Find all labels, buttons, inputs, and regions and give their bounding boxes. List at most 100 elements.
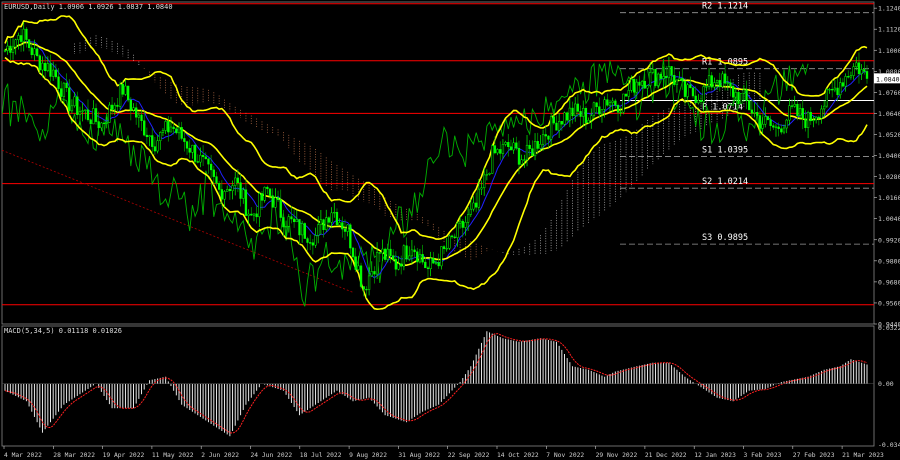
candle-body	[247, 213, 250, 216]
candle-body	[699, 99, 703, 103]
candle-body	[68, 87, 71, 112]
candle-body	[143, 120, 146, 136]
candle-body	[512, 142, 515, 151]
candle-body	[309, 242, 312, 244]
candle-body	[833, 87, 837, 91]
candle-body	[408, 255, 411, 260]
candle-body	[172, 126, 175, 129]
candle-body	[6, 45, 9, 51]
candle-body	[437, 262, 440, 267]
candle-body	[341, 222, 344, 230]
candle-body	[290, 216, 293, 220]
candle-body	[373, 271, 376, 275]
candle-body	[793, 103, 796, 107]
macd-plot-border	[1, 325, 875, 447]
candle-body	[649, 72, 652, 86]
candle-body	[151, 135, 154, 147]
candle-body	[89, 119, 92, 125]
candle-body	[825, 89, 828, 107]
candle-body	[333, 211, 336, 214]
candle-body	[25, 28, 28, 40]
candle-body	[595, 102, 598, 107]
candle-body	[311, 242, 315, 246]
candle-body	[405, 245, 408, 260]
candle-body	[108, 104, 111, 123]
candle-body	[110, 104, 114, 110]
candle-body	[646, 85, 649, 89]
candle-body	[49, 63, 52, 77]
candle-body	[209, 163, 213, 171]
candle-body	[167, 121, 170, 133]
y-tick-label: 1.1000	[878, 47, 900, 55]
candle-body	[823, 105, 826, 110]
candle-body	[201, 154, 205, 158]
candle-body	[555, 122, 558, 131]
candle-body	[651, 68, 654, 73]
candle-body	[576, 103, 580, 112]
x-tick-label: 7 Nov 2022	[546, 452, 584, 459]
candle-body	[17, 35, 20, 41]
candle-body	[410, 249, 414, 257]
candle-body	[41, 62, 44, 71]
candle-body	[3, 50, 7, 52]
candle-body	[418, 254, 422, 263]
candle-body	[381, 248, 384, 254]
candle-body	[675, 79, 679, 85]
candle-body	[788, 105, 791, 121]
candle-body	[523, 159, 526, 161]
candle-body	[448, 235, 451, 249]
candle-body	[132, 107, 135, 111]
candle-body	[678, 78, 681, 81]
candle-body	[828, 89, 831, 91]
candle-body	[62, 82, 66, 97]
candle-body	[694, 95, 697, 104]
candle-body	[100, 122, 103, 129]
candle-body	[515, 142, 518, 149]
price-chart-canvas[interactable]: R2 1.1214R1 1.0895P 1.0714S1 1.0395S2 1.…	[0, 0, 900, 460]
candle-body	[608, 102, 612, 106]
candle-body	[691, 87, 695, 97]
candle-body	[279, 199, 282, 218]
candle-body	[38, 55, 41, 71]
candle-body	[207, 158, 210, 165]
candle-body	[413, 249, 416, 253]
candle-body	[689, 84, 692, 89]
candle-body	[673, 75, 676, 85]
candle-body	[445, 248, 448, 250]
candle-body	[549, 116, 553, 140]
candle-body	[121, 84, 124, 95]
candle-body	[228, 189, 232, 192]
candle-body	[140, 114, 143, 121]
candle-body	[397, 263, 400, 270]
candle-body	[798, 108, 802, 116]
candle-body	[429, 257, 432, 270]
candle-body	[191, 144, 194, 153]
candle-body	[303, 223, 306, 239]
candle-body	[175, 128, 178, 134]
candle-body	[362, 286, 365, 290]
candle-body	[113, 104, 116, 110]
candle-body	[432, 257, 435, 264]
y-tick-label: 1.0640	[878, 110, 900, 118]
candle-body	[753, 111, 756, 114]
x-tick-label: 11 May 2022	[152, 452, 194, 459]
candle-body	[126, 85, 130, 101]
candle-body	[375, 252, 379, 275]
y-tick-label: 0.9680	[878, 278, 900, 286]
candle-body	[681, 78, 684, 82]
candle-body	[844, 76, 847, 87]
candle-body	[394, 259, 397, 270]
candle-body	[389, 248, 392, 256]
candle-body	[161, 130, 165, 133]
candle-body	[335, 211, 339, 226]
candle-body	[860, 69, 863, 75]
candle-body	[94, 108, 98, 122]
x-tick-label: 21 Dec 2022	[645, 452, 687, 459]
candle-body	[255, 213, 258, 218]
macd-title: MACD(5,34,5) 0.01118 0.01026	[4, 327, 122, 335]
y-tick-label: 1.1240	[878, 5, 900, 13]
candle-body	[766, 116, 770, 120]
candle-body	[226, 189, 229, 192]
candle-body	[22, 28, 25, 42]
candle-body	[274, 197, 277, 208]
